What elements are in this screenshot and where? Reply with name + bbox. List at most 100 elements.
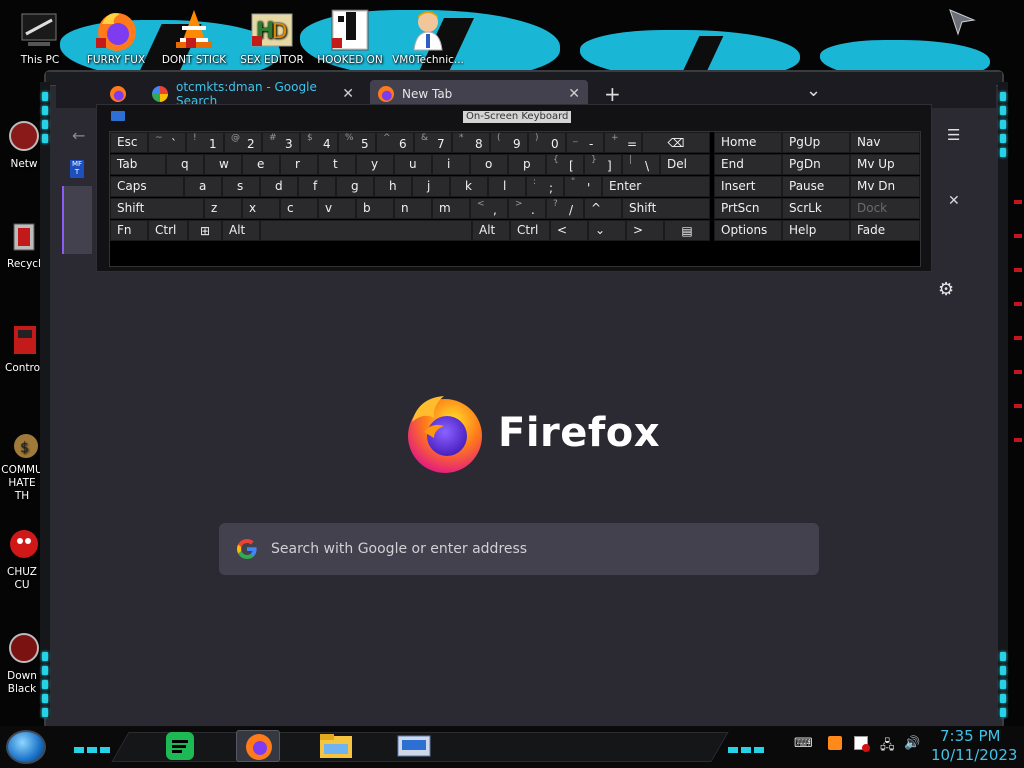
key-w[interactable]: w [204, 154, 242, 175]
gear-icon[interactable]: ⚙ [938, 280, 958, 300]
key-z[interactable]: z [204, 198, 242, 219]
key-p[interactable]: p [508, 154, 546, 175]
key-dock[interactable]: Dock [850, 198, 920, 219]
search-input[interactable] [271, 535, 791, 563]
tray-flag-icon[interactable] [854, 736, 870, 756]
tab-list-button[interactable]: ⌄ [806, 80, 821, 101]
key-enter[interactable]: Enter [602, 176, 710, 197]
key-caps[interactable]: Caps [110, 176, 184, 197]
key-alt-right[interactable]: Alt [472, 220, 510, 241]
key-k[interactable]: k [450, 176, 488, 197]
key-tab[interactable]: Tab [110, 154, 166, 175]
key-prtscn[interactable]: PrtScn [714, 198, 782, 219]
close-tab-icon[interactable]: ✕ [568, 86, 580, 102]
key-backtick[interactable]: ~ ` [148, 132, 186, 153]
key-6[interactable]: ^ 6 [376, 132, 414, 153]
key-mv-up[interactable]: Mv Up [850, 154, 920, 175]
key-d[interactable]: d [260, 176, 298, 197]
key-h[interactable]: h [374, 176, 412, 197]
start-button[interactable] [6, 730, 46, 764]
key-2[interactable]: @2 [224, 132, 262, 153]
key-ctrl-left[interactable]: Ctrl [148, 220, 188, 241]
desktop-icon-this-pc[interactable]: This PC [4, 8, 76, 66]
taskbar-app-firefox[interactable] [236, 730, 280, 762]
key-e[interactable]: e [242, 154, 280, 175]
key-options[interactable]: Options [714, 220, 782, 241]
key-n[interactable]: n [394, 198, 432, 219]
key-b[interactable]: b [356, 198, 394, 219]
key-del[interactable]: Del [660, 154, 710, 175]
key-c[interactable]: c [280, 198, 318, 219]
key-period[interactable]: >. [508, 198, 546, 219]
key-m[interactable]: m [432, 198, 470, 219]
search-box[interactable] [219, 523, 819, 575]
extension-badge[interactable]: MF T [70, 160, 84, 178]
key-shift-left[interactable]: Shift [110, 198, 204, 219]
taskbar-app-spotify[interactable] [158, 730, 202, 762]
key-o[interactable]: o [470, 154, 508, 175]
desktop-icon-furry-fux[interactable]: FURRY FUX [80, 8, 152, 66]
key-right-bracket[interactable]: }] [584, 154, 622, 175]
key-up-arrow[interactable]: ^ [584, 198, 622, 219]
new-tab-button[interactable]: + [604, 82, 621, 106]
key-help[interactable]: Help [782, 220, 850, 241]
close-tab-icon[interactable]: ✕ [342, 86, 354, 102]
key-end[interactable]: End [714, 154, 782, 175]
key-equals[interactable]: + = [604, 132, 642, 153]
desktop-icon-dont-stick[interactable]: DONT STICK [158, 8, 230, 66]
taskbar-app-file-explorer[interactable] [314, 730, 358, 762]
key-comma[interactable]: <, [470, 198, 508, 219]
key-s[interactable]: s [222, 176, 260, 197]
key-5[interactable]: % 5 [338, 132, 376, 153]
key-menu[interactable]: ▤ [664, 220, 710, 241]
key-home[interactable]: Home [714, 132, 782, 153]
key-j[interactable]: j [412, 176, 450, 197]
key-4[interactable]: $4 [300, 132, 338, 153]
key-x[interactable]: x [242, 198, 280, 219]
key-3[interactable]: #3 [262, 132, 300, 153]
key-backspace[interactable]: ⌫ [642, 132, 710, 153]
desktop-icon-vm0technician[interactable]: VM0Technic... [392, 8, 464, 66]
key-1[interactable]: ! 1 [186, 132, 224, 153]
key-fade[interactable]: Fade [850, 220, 920, 241]
key-esc[interactable]: Esc [110, 132, 148, 153]
key-q[interactable]: q [166, 154, 204, 175]
key-ctrl-right[interactable]: Ctrl [510, 220, 550, 241]
desktop-icon-hooked-on[interactable]: HOOKED ON [314, 8, 386, 66]
key-r[interactable]: r [280, 154, 318, 175]
key-7[interactable]: & 7 [414, 132, 452, 153]
key-scrlk[interactable]: ScrLk [782, 198, 850, 219]
key-alt-left[interactable]: Alt [222, 220, 260, 241]
key-pause[interactable]: Pause [782, 176, 850, 197]
key-0[interactable]: ) 0 [528, 132, 566, 153]
key-shift-right[interactable]: Shift [622, 198, 710, 219]
key-backslash[interactable]: | \ [622, 154, 660, 175]
key-left-bracket[interactable]: {[ [546, 154, 584, 175]
key-f[interactable]: f [298, 176, 336, 197]
clock-date[interactable]: 10/11/2023 [931, 746, 1017, 764]
key-insert[interactable]: Insert [714, 176, 782, 197]
key-pgup[interactable]: PgUp [782, 132, 850, 153]
taskbar-app-on-screen-keyboard[interactable] [392, 730, 436, 762]
key-i[interactable]: i [432, 154, 470, 175]
desktop-icon-sex-editor[interactable]: HD SEX EDITOR [236, 8, 308, 66]
key-g[interactable]: g [336, 176, 374, 197]
key-l[interactable]: l [488, 176, 526, 197]
key-pgdn[interactable]: PgDn [782, 154, 850, 175]
key-8[interactable]: * 8 [452, 132, 490, 153]
close-icon[interactable]: ✕ [948, 193, 960, 209]
tray-network-icon[interactable]: 🖧 [880, 736, 895, 756]
key-nav[interactable]: Nav [850, 132, 920, 153]
key-space[interactable] [260, 220, 472, 241]
key-9[interactable]: (9 [490, 132, 528, 153]
key-u[interactable]: u [394, 154, 432, 175]
key-a[interactable]: a [184, 176, 222, 197]
tray-volume-icon[interactable]: 🔊 [904, 736, 920, 756]
key-left-arrow[interactable]: < [550, 220, 588, 241]
tray-firefox-update-icon[interactable] [828, 736, 842, 756]
key-windows[interactable]: ⊞ [188, 220, 222, 241]
key-right-arrow[interactable]: > [626, 220, 664, 241]
key-t[interactable]: t [318, 154, 356, 175]
back-arrow-icon[interactable]: ← [72, 126, 85, 145]
key-down-arrow[interactable]: ⌄ [588, 220, 626, 241]
